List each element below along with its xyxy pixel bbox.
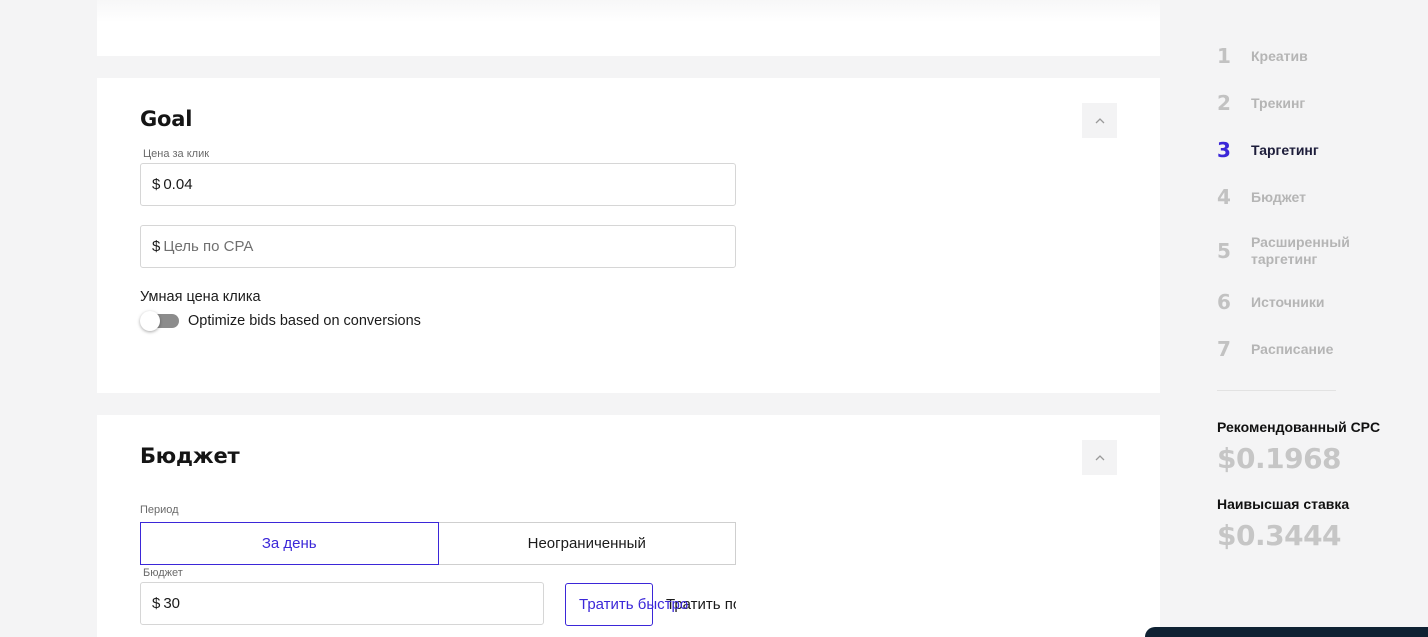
step-schedule[interactable]: 7 Расписание: [1217, 337, 1333, 361]
goal-title: Goal: [140, 107, 193, 131]
highest-bid-value: $0.3444: [1217, 519, 1342, 552]
step-label: Расписание: [1251, 340, 1334, 357]
step-label: Трекинг: [1251, 94, 1306, 111]
budget-value: 30: [163, 595, 181, 612]
budget-collapse-button[interactable]: [1082, 440, 1117, 475]
step-targeting[interactable]: 3 Таргетинг: [1217, 138, 1319, 162]
period-selector: За день Неограниченный: [140, 522, 736, 565]
step-creative[interactable]: 1 Креатив: [1217, 44, 1308, 68]
cpa-input[interactable]: $ Цель по CPA: [140, 225, 736, 268]
sidebar-divider: [1217, 390, 1336, 391]
campaign-editor-page: Goal Цена за клик $ 0.04 $ Цель по CPA У…: [0, 0, 1428, 637]
smart-cpc-label: Умная цена клика: [140, 289, 261, 305]
step-tracking[interactable]: 2 Трекинг: [1217, 91, 1305, 115]
step-label: Таргетинг: [1251, 141, 1319, 158]
step-label: Бюджет: [1251, 188, 1306, 205]
step-number: 3: [1217, 138, 1231, 162]
budget-input[interactable]: $ 30: [140, 582, 544, 625]
cpa-currency: $: [152, 238, 161, 255]
cpc-value: 0.04: [163, 176, 193, 193]
period-unlimited-button[interactable]: Неограниченный: [438, 522, 736, 565]
step-label: Расширенный таргетинг: [1251, 234, 1350, 268]
cpc-label: Цена за клик: [143, 148, 210, 160]
spend-fast-button[interactable]: Тратить быстро: [565, 583, 688, 626]
period-label: Период: [140, 504, 179, 516]
step-number: 1: [1217, 44, 1231, 68]
goal-section: Goal Цена за клик $ 0.04 $ Цель по CPA У…: [97, 78, 1160, 393]
step-number: 5: [1217, 239, 1231, 263]
step-number: 2: [1217, 91, 1231, 115]
chevron-up-icon: [1095, 454, 1104, 460]
step-label: Креатив: [1251, 47, 1308, 64]
step-budget[interactable]: 4 Бюджет: [1217, 185, 1306, 209]
step-number: 7: [1217, 337, 1231, 361]
budget-label: Бюджет: [143, 567, 183, 579]
budget-title: Бюджет: [140, 444, 240, 468]
optimize-bids-label: Optimize bids based on conversions: [188, 313, 421, 329]
cpc-input[interactable]: $ 0.04: [140, 163, 736, 206]
step-advanced-targeting[interactable]: 5 Расширенный таргетинг: [1217, 234, 1350, 268]
previous-section-card: [97, 0, 1160, 56]
period-daily-button[interactable]: За день: [140, 522, 439, 565]
optimize-bids-toggle[interactable]: [140, 311, 179, 331]
step-label-line1: Расширенный: [1251, 234, 1350, 250]
recommended-cpc-value: $0.1968: [1217, 442, 1342, 475]
goal-collapse-button[interactable]: [1082, 103, 1117, 138]
step-number: 6: [1217, 290, 1231, 314]
step-sources[interactable]: 6 Источники: [1217, 290, 1325, 314]
recommended-cpc-label: Рекомендованный CPC: [1217, 419, 1381, 435]
budget-section: Бюджет Период За день Неограниченный Бюд…: [97, 415, 1160, 637]
chat-widget[interactable]: [1145, 627, 1428, 637]
highest-bid-label: Наивысшая ставка: [1217, 496, 1350, 512]
step-label: Источники: [1251, 293, 1325, 310]
chevron-up-icon: [1095, 117, 1104, 123]
cpa-placeholder: Цель по CPA: [163, 238, 254, 255]
cpc-currency: $: [152, 176, 161, 193]
step-number: 4: [1217, 185, 1231, 209]
budget-currency: $: [152, 595, 161, 612]
spend-mode-selector: Тратить по Тратить быстро: [565, 583, 736, 626]
step-label-line2: таргетинг: [1251, 251, 1318, 267]
optimize-bids-row: Optimize bids based on conversions: [140, 311, 421, 331]
toggle-knob: [140, 311, 160, 331]
